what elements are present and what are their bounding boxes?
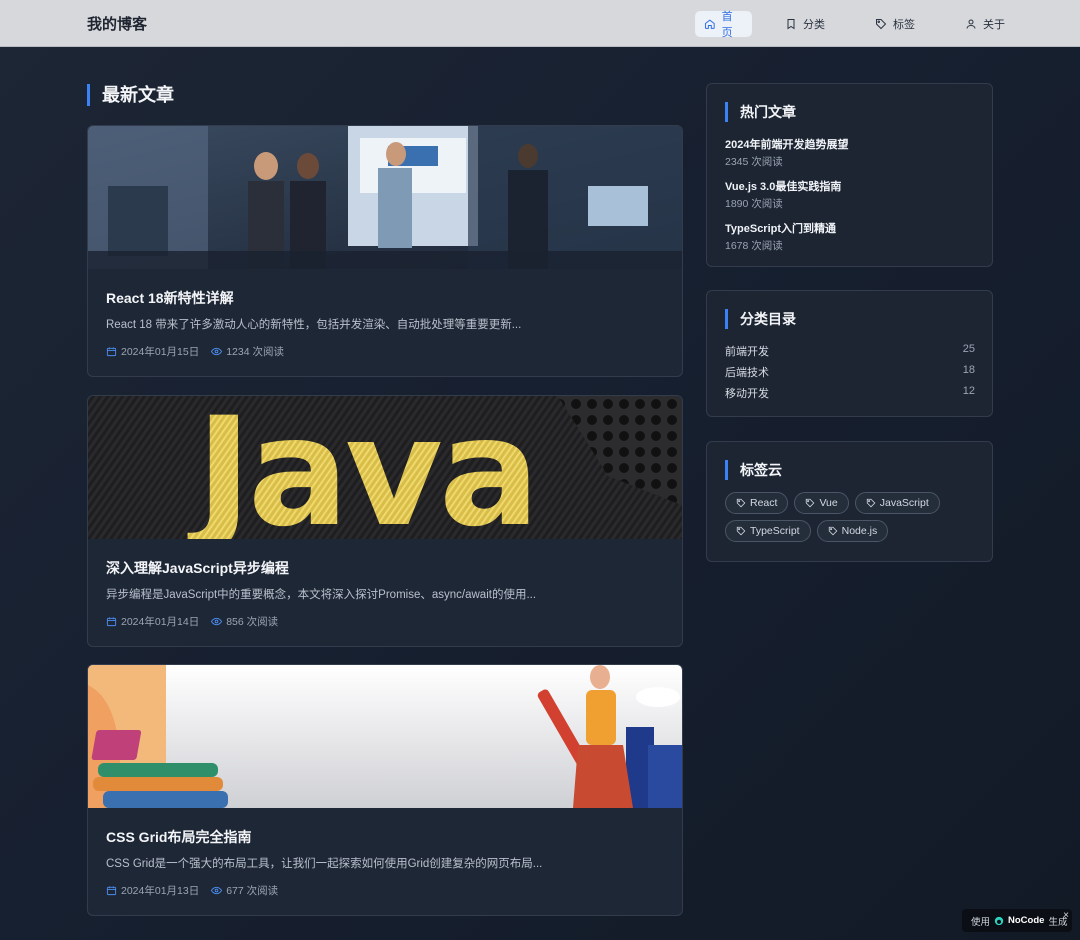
- post-title[interactable]: CSS Grid布局完全指南: [106, 827, 251, 847]
- tag-icon: [828, 526, 837, 536]
- category-item[interactable]: 前端开发 25: [725, 343, 975, 359]
- tag-icon: [736, 498, 746, 508]
- post-date-text: 2024年01月15日: [121, 346, 200, 358]
- hot-post-views: 1890 次阅读: [725, 198, 783, 210]
- post-cover-image[interactable]: [88, 665, 682, 808]
- tag-vue[interactable]: Vue: [794, 492, 849, 514]
- eye-icon: [211, 617, 223, 626]
- post-card[interactable]: React 18新特性详解 React 18 带来了许多激动人心的新特性，包括并…: [87, 125, 683, 377]
- tag-label: TypeScript: [750, 525, 800, 537]
- category-item[interactable]: 后端技术 18: [725, 364, 975, 380]
- calendar-icon: [106, 886, 117, 896]
- hot-post-item[interactable]: Vue.js 3.0最佳实践指南 1890 次阅读: [725, 178, 841, 211]
- tag-icon: [866, 498, 876, 508]
- post-meta: 2024年01月14日 856 次阅读: [106, 614, 278, 629]
- post-excerpt: CSS Grid是一个强大的布局工具，让我们一起探索如何使用Grid创建复杂的网…: [106, 858, 543, 870]
- nav-home-label: 首页: [721, 11, 733, 39]
- post-date-text: 2024年01月14日: [121, 616, 200, 628]
- hot-posts-panel: 热门文章 2024年前端开发趋势展望 2345 次阅读 Vue.js 3.0最佳…: [706, 83, 993, 267]
- top-navbar: 我的博客 首页 分类 标签 关于: [0, 0, 1080, 47]
- hot-post-title[interactable]: 2024年前端开发趋势展望: [725, 136, 848, 152]
- tag-list: React Vue JavaScript TypeScript Node.js: [725, 492, 975, 542]
- hot-post-title[interactable]: TypeScript入门到精通: [725, 220, 836, 236]
- post-meta: 2024年01月13日 677 次阅读: [106, 883, 278, 898]
- category-name[interactable]: 后端技术: [725, 364, 769, 380]
- hot-posts-title: 热门文章: [725, 102, 796, 122]
- tag-icon: [876, 19, 887, 30]
- post-views: 856 次阅读: [211, 614, 278, 629]
- nav-tags-label: 标签: [893, 19, 915, 31]
- cover-image-text: Java: [187, 396, 536, 539]
- bookmark-icon: [787, 19, 795, 30]
- nav-categories-label: 分类: [803, 19, 825, 31]
- hot-post-item[interactable]: TypeScript入门到精通 1678 次阅读: [725, 220, 836, 253]
- hot-post-item[interactable]: 2024年前端开发趋势展望 2345 次阅读: [725, 136, 848, 169]
- site-brand[interactable]: 我的博客: [87, 13, 147, 34]
- categories-panel: 分类目录 前端开发 25 后端技术 18 移动开发 12: [706, 290, 993, 417]
- post-date-text: 2024年01月13日: [121, 885, 200, 897]
- nav-home[interactable]: 首页: [695, 11, 752, 39]
- categories-title: 分类目录: [725, 309, 796, 329]
- eye-icon: [211, 886, 223, 895]
- latest-posts-title: 最新文章: [87, 84, 174, 106]
- category-item[interactable]: 移动开发 12: [725, 385, 975, 401]
- user-icon: [966, 19, 976, 29]
- hot-post-views: 1678 次阅读: [725, 240, 783, 252]
- tag-icon: [806, 498, 815, 508]
- nav-about[interactable]: 关于: [956, 11, 1014, 37]
- close-icon[interactable]: ×: [1063, 910, 1069, 921]
- tag-icon: [736, 526, 746, 536]
- tag-label: JavaScript: [879, 497, 929, 509]
- tag-nodejs[interactable]: Node.js: [816, 520, 889, 542]
- tag-label: Node.js: [841, 525, 878, 537]
- hot-post-title[interactable]: Vue.js 3.0最佳实践指南: [725, 178, 841, 194]
- badge-prefix: 使用: [971, 916, 991, 928]
- post-date: 2024年01月15日: [106, 344, 199, 359]
- post-views: 1234 次阅读: [211, 344, 284, 359]
- post-date: 2024年01月14日: [106, 614, 199, 629]
- eye-icon: [211, 347, 223, 356]
- nav-about-label: 关于: [983, 19, 1005, 31]
- category-count: 12: [962, 385, 975, 397]
- post-cover-image[interactable]: Java: [88, 396, 682, 539]
- nocode-logo-icon: [994, 916, 1004, 925]
- home-icon: [704, 19, 715, 29]
- category-name[interactable]: 移动开发: [725, 385, 769, 401]
- post-excerpt: React 18 带来了许多激动人心的新特性，包括并发渲染、自动批处理等重要更新…: [106, 319, 522, 331]
- post-views: 677 次阅读: [211, 883, 278, 898]
- tag-cloud-panel: 标签云 React Vue JavaScript TypeScript Node…: [706, 441, 993, 562]
- post-excerpt: 异步编程是JavaScript中的重要概念，本文将深入探讨Promise、asy…: [106, 589, 537, 601]
- tag-react[interactable]: React: [725, 492, 789, 514]
- hot-post-views: 2345 次阅读: [725, 156, 783, 168]
- post-views-text: 1234 次阅读: [226, 346, 284, 358]
- post-views-text: 856 次阅读: [226, 616, 279, 628]
- tag-javascript[interactable]: JavaScript: [854, 492, 940, 514]
- category-count: 25: [962, 343, 975, 355]
- tag-typescript[interactable]: TypeScript: [725, 520, 811, 542]
- calendar-icon: [106, 617, 117, 627]
- post-title[interactable]: React 18新特性详解: [106, 288, 234, 308]
- tag-label: React: [750, 497, 778, 509]
- tag-cloud-title: 标签云: [725, 460, 782, 480]
- post-cover-image[interactable]: [88, 126, 682, 269]
- tag-label: Vue: [819, 497, 838, 509]
- category-count: 18: [962, 364, 975, 376]
- nav-categories[interactable]: 分类: [776, 11, 834, 37]
- post-card[interactable]: CSS Grid布局完全指南 CSS Grid是一个强大的布局工具，让我们一起探…: [87, 664, 683, 916]
- main-nav: 首页 分类 标签 关于: [695, 11, 1014, 39]
- calendar-icon: [106, 347, 117, 357]
- post-title[interactable]: 深入理解JavaScript异步编程: [106, 558, 289, 578]
- nav-tags[interactable]: 标签: [866, 11, 924, 37]
- badge-brand: NoCode: [1008, 915, 1045, 926]
- category-name[interactable]: 前端开发: [725, 343, 769, 359]
- nocode-badge[interactable]: 使用 NoCode 生成 ×: [962, 909, 1072, 932]
- post-meta: 2024年01月15日 1234 次阅读: [106, 344, 284, 359]
- post-views-text: 677 次阅读: [226, 885, 279, 897]
- post-card[interactable]: Java 深入理解JavaScript异步编程 异步编程是JavaScript中…: [87, 395, 683, 647]
- post-date: 2024年01月13日: [106, 883, 199, 898]
